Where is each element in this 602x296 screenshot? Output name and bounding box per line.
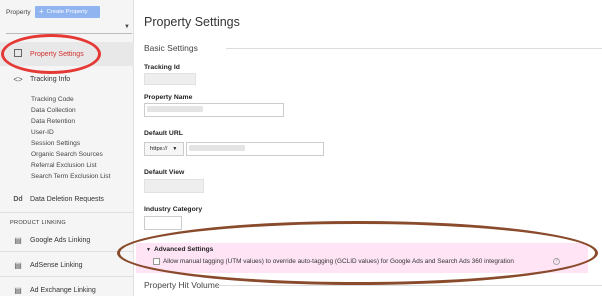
sidebar-subitem-data-collection[interactable]: Data Collection	[31, 107, 76, 114]
sidebar-item-data-deletion[interactable]: Dd Data Deletion Requests	[0, 192, 134, 206]
sidebar-subitem-tracking-code[interactable]: Tracking Code	[31, 96, 74, 103]
tracking-id-label: Tracking Id	[144, 64, 180, 71]
divider	[0, 251, 134, 252]
sidebar-item-google-ads-linking[interactable]: ▤ Google Ads Linking	[0, 233, 134, 247]
default-url-input[interactable]	[186, 142, 324, 156]
red-highlight-circle	[1, 34, 101, 74]
redacted-text	[189, 145, 245, 151]
adsense-icon: ▤	[14, 260, 22, 270]
sidebar-subitem-organic-search-sources[interactable]: Organic Search Sources	[31, 151, 103, 158]
basic-settings-heading: Basic Settings	[144, 43, 198, 53]
industry-category-select[interactable]	[144, 216, 182, 230]
property-name-label: Property Name	[144, 94, 193, 101]
industry-category-label: Industry Category	[144, 206, 203, 213]
divider	[218, 285, 602, 286]
sidebar-subitem-user-id[interactable]: User-ID	[31, 129, 54, 136]
sidebar-item-tracking-info[interactable]: <> Tracking Info	[0, 72, 134, 86]
sidebar-item-label: Data Deletion Requests	[30, 195, 104, 203]
url-protocol-value: https://	[150, 146, 168, 152]
sidebar-item-label: Tracking Info	[30, 75, 71, 83]
divider	[0, 212, 134, 213]
sidebar-item-adsense-linking[interactable]: ▤ AdSense Linking	[0, 258, 134, 272]
sidebar-item-ad-exchange-linking[interactable]: ▤ Ad Exchange Linking	[0, 283, 134, 296]
sidebar-subitem-search-term-exclusion-list[interactable]: Search Term Exclusion List	[31, 173, 110, 180]
url-protocol-select[interactable]: https:// ▼	[144, 142, 184, 156]
data-deletion-icon: Dd	[13, 195, 23, 203]
property-label: Property	[6, 9, 31, 16]
create-property-label: Create Property	[46, 9, 88, 15]
chevron-down-icon: ▼	[124, 24, 130, 30]
default-url-label: Default URL	[144, 130, 183, 137]
divider	[0, 276, 134, 277]
tracking-id-value	[144, 73, 196, 85]
hit-volume-heading: Property Hit Volume	[144, 280, 220, 290]
product-linking-heading: PRODUCT LINKING	[10, 220, 66, 226]
property-selector[interactable]: ▼	[6, 24, 132, 34]
plus-icon: +	[39, 7, 44, 16]
google-ads-icon: ▤	[14, 235, 22, 245]
default-view-label: Default View	[144, 169, 185, 176]
redacted-text	[147, 106, 203, 112]
page-title: Property Settings	[144, 15, 240, 29]
sidebar-subitem-referral-exclusion-list[interactable]: Referral Exclusion List	[31, 162, 97, 169]
sidebar-subitem-session-settings[interactable]: Session Settings	[31, 140, 80, 147]
property-name-input[interactable]	[144, 103, 284, 117]
default-view-select[interactable]	[144, 179, 204, 193]
code-brackets-icon: <>	[13, 74, 23, 84]
brown-highlight-circle	[117, 221, 598, 285]
sidebar-item-label: Ad Exchange Linking	[30, 286, 96, 294]
sidebar-item-label: Google Ads Linking	[30, 236, 91, 244]
sidebar-item-label: AdSense Linking	[30, 261, 83, 269]
sidebar-subitem-data-retention[interactable]: Data Retention	[31, 118, 75, 125]
ad-exchange-icon: ▤	[14, 285, 22, 295]
create-property-button[interactable]: + Create Property	[35, 6, 100, 18]
chevron-down-icon: ▼	[172, 146, 178, 152]
divider	[226, 48, 602, 49]
